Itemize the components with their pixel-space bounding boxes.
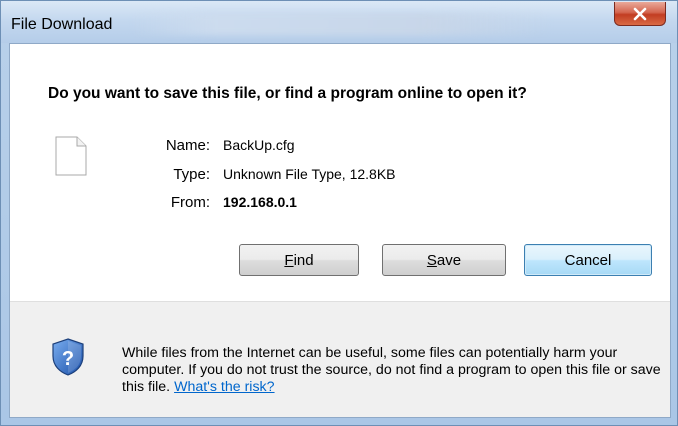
file-download-dialog: File Download Do you want to save this f… <box>0 0 678 426</box>
svg-text:?: ? <box>62 348 74 370</box>
close-button[interactable] <box>614 2 666 26</box>
close-icon <box>633 7 647 20</box>
window-title: File Download <box>11 16 113 33</box>
file-type-label: Type: <box>173 166 210 183</box>
dialog-question: Do you want to save this file, or find a… <box>48 85 527 102</box>
whats-the-risk-link[interactable]: What's the risk? <box>174 379 274 395</box>
file-name-value: BackUp.cfg <box>223 137 295 153</box>
security-warning-text: While files from the Internet can be use… <box>122 345 670 396</box>
save-label-rest: ave <box>436 251 462 269</box>
find-button[interactable]: Find <box>239 244 359 276</box>
title-obscured-text <box>131 13 551 35</box>
save-button[interactable]: Save <box>382 244 506 276</box>
cancel-button[interactable]: Cancel <box>524 244 652 276</box>
file-name-label: Name: <box>165 137 210 154</box>
security-warning-footer: ? While files from the Internet can be u… <box>10 302 670 417</box>
shield-question-icon: ? <box>52 338 84 376</box>
title-bar[interactable]: File Download <box>1 1 677 43</box>
file-type-value: Unknown File Type, 12.8KB <box>223 166 396 182</box>
file-from-label: From: <box>170 194 210 211</box>
save-accelerator: S <box>426 251 437 269</box>
file-from-value: 192.168.0.1 <box>223 194 297 210</box>
find-accelerator: F <box>284 251 294 269</box>
find-label-rest: ind <box>293 251 314 269</box>
dialog-content: Do you want to save this file, or find a… <box>9 43 671 418</box>
